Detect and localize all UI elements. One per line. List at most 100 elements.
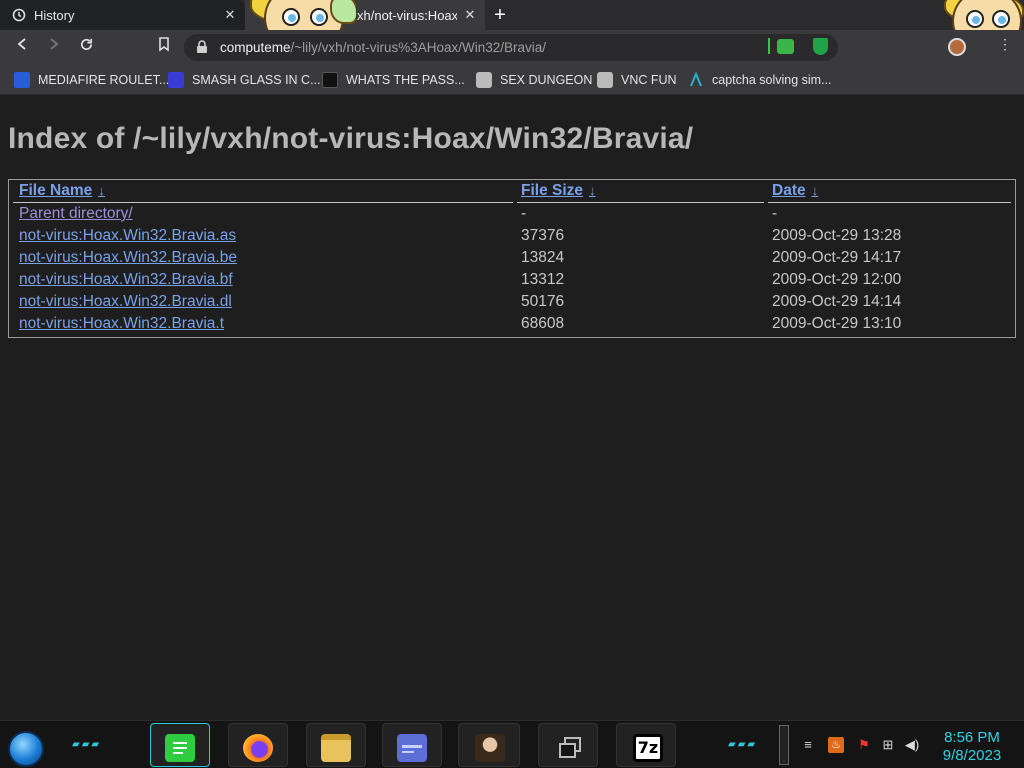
sort-arrow-icon: ↓ bbox=[98, 183, 105, 198]
table-row: not-virus:Hoax.Win32.Bravia.as 37376 200… bbox=[9, 225, 1015, 247]
file-date: 2009-Oct-29 13:28 bbox=[772, 227, 902, 244]
table-row: not-virus:Hoax.Win32.Bravia.be 13824 200… bbox=[9, 247, 1015, 269]
file-link[interactable]: not-virus:Hoax.Win32.Bravia.be bbox=[19, 249, 237, 267]
sort-arrow-icon: ↓ bbox=[811, 183, 819, 198]
taskbar-decoration: ▰▰▰ bbox=[72, 739, 102, 750]
smash-glass-icon bbox=[168, 72, 184, 88]
profile-avatar[interactable] bbox=[948, 38, 966, 56]
arrow-up-icon bbox=[690, 72, 702, 87]
portrait-app-icon bbox=[475, 734, 505, 762]
browser-toolbar: computeme/~lily/vxh/not-virus%3AHoax/Win… bbox=[0, 30, 1024, 64]
page-title: Index of /~lily/vxh/not-virus:Hoax/Win32… bbox=[8, 122, 694, 155]
file-size: 37376 bbox=[521, 227, 565, 244]
firefox-icon bbox=[243, 734, 273, 762]
bookmark-label: SEX DUNGEON bbox=[500, 73, 593, 87]
start-button[interactable] bbox=[8, 731, 44, 767]
column-header-file-size[interactable]: File Size ↓ bbox=[521, 182, 596, 200]
file-link[interactable]: Parent directory/ bbox=[19, 205, 133, 223]
file-link[interactable]: not-virus:Hoax.Win32.Bravia.dl bbox=[19, 293, 232, 311]
bookmark-vnc-fun[interactable]: VNC FUN bbox=[597, 71, 677, 89]
file-date: 2009-Oct-29 14:17 bbox=[772, 249, 902, 266]
taskbar-app-switcher[interactable] bbox=[538, 723, 598, 767]
clock-time: 8:56 PM bbox=[944, 729, 1000, 746]
taskbar-app-7zip[interactable]: 7z bbox=[616, 723, 676, 767]
java-tray-icon[interactable]: ♨ bbox=[828, 737, 844, 753]
back-button[interactable] bbox=[12, 37, 32, 57]
bookmark-label: MEDIAFIRE ROULET... bbox=[38, 73, 170, 87]
forward-arrow-icon bbox=[50, 38, 59, 50]
back-arrow-icon bbox=[17, 38, 26, 50]
file-link[interactable]: not-virus:Hoax.Win32.Bravia.t bbox=[19, 315, 224, 333]
column-header-date[interactable]: Date ↓ bbox=[772, 182, 818, 200]
menu-icon[interactable]: ⋮ bbox=[998, 36, 1012, 53]
system-clock[interactable]: 8:56 PM 9/8/2023 bbox=[930, 729, 1014, 765]
volume-icon[interactable]: ◀) bbox=[904, 737, 920, 753]
tab-history[interactable]: History ✕ bbox=[0, 0, 245, 30]
forward-button[interactable] bbox=[44, 37, 64, 57]
shield-extension-icon[interactable] bbox=[813, 38, 828, 55]
file-size: - bbox=[521, 205, 527, 222]
taskbar-app-portrait[interactable] bbox=[458, 723, 520, 767]
table-header-row: File Name ↓ File Size ↓ Date ↓ bbox=[9, 180, 1015, 202]
file-explorer-icon bbox=[321, 734, 351, 762]
toolbar-separator bbox=[768, 38, 770, 54]
bookmark-label: VNC FUN bbox=[621, 73, 677, 87]
bookmark-label: captcha solving sim... bbox=[712, 73, 832, 87]
file-date: 2009-Oct-29 14:14 bbox=[772, 293, 902, 310]
network-tray-icon[interactable]: ⊞ bbox=[880, 737, 896, 753]
bookmark-captcha[interactable]: captcha solving sim... bbox=[688, 71, 832, 89]
new-tab-button[interactable]: + bbox=[488, 4, 512, 26]
flag-tray-icon[interactable]: ⚑ bbox=[856, 737, 872, 753]
reload-icon bbox=[80, 38, 92, 50]
history-icon bbox=[12, 8, 26, 22]
address-url: computeme/~lily/vxh/not-virus%3AHoax/Win… bbox=[220, 40, 547, 55]
file-size: 50176 bbox=[521, 293, 565, 310]
file-size: 13312 bbox=[521, 271, 565, 288]
bookmark-button[interactable] bbox=[154, 37, 174, 57]
file-size: 68608 bbox=[521, 315, 565, 332]
address-bar[interactable]: computeme/~lily/vxh/not-virus%3AHoax/Win… bbox=[184, 34, 838, 61]
tab-title: xh/not-virus:Hoax/ bbox=[357, 7, 457, 23]
table-row: Parent directory/ - - bbox=[9, 203, 1015, 225]
sort-arrow-icon: ↓ bbox=[589, 183, 596, 198]
reload-button[interactable] bbox=[76, 37, 96, 57]
taskbar-app-file-explorer[interactable] bbox=[306, 723, 366, 767]
close-icon[interactable]: ✕ bbox=[463, 7, 477, 23]
chat-app-icon bbox=[165, 734, 195, 762]
column-header-file-name[interactable]: File Name ↓ bbox=[19, 182, 105, 200]
file-size: 13824 bbox=[521, 249, 565, 266]
file-link[interactable]: not-virus:Hoax.Win32.Bravia.as bbox=[19, 227, 236, 245]
bookmark-icon bbox=[159, 37, 169, 52]
bookmark-smash-glass[interactable]: SMASH GLASS IN C... bbox=[168, 71, 321, 89]
file-date: 2009-Oct-29 13:10 bbox=[772, 315, 902, 332]
taskbar-app-chat[interactable] bbox=[150, 723, 210, 767]
bookmark-mediafire[interactable]: MEDIAFIRE ROULET... bbox=[14, 71, 169, 89]
tab-title: History bbox=[34, 7, 75, 23]
directory-listing-table: File Name ↓ File Size ↓ Date ↓ Parent direc… bbox=[8, 179, 1016, 338]
taskbar-app-firefox[interactable] bbox=[228, 723, 288, 767]
bookmark-label: SMASH GLASS IN C... bbox=[192, 73, 321, 87]
7zip-icon: 7z bbox=[633, 734, 663, 762]
card-app-icon bbox=[397, 734, 427, 762]
clock-date: 9/8/2023 bbox=[942, 747, 1002, 764]
mediafire-icon bbox=[14, 72, 30, 88]
bookmark-whats-the-pass[interactable]: WHATS THE PASS... bbox=[322, 71, 465, 89]
page-content: Index of /~lily/vxh/not-virus:Hoax/Win32… bbox=[0, 96, 1024, 720]
bookmarks-bar: MEDIAFIRE ROULET... SMASH GLASS IN C... … bbox=[0, 64, 1024, 95]
cube-icon bbox=[597, 72, 613, 88]
chat-extension-icon[interactable] bbox=[777, 39, 794, 54]
taskbar-app-card[interactable] bbox=[382, 723, 442, 767]
bookmark-label: WHATS THE PASS... bbox=[346, 73, 465, 87]
file-link[interactable]: not-virus:Hoax.Win32.Bravia.bf bbox=[19, 271, 233, 289]
terminal-icon bbox=[322, 72, 338, 88]
tab-strip: History ✕ xh/not-virus:Hoax/ ✕ + bbox=[0, 0, 1024, 54]
show-desktop-button[interactable] bbox=[779, 725, 789, 765]
bookmark-sex-dungeon[interactable]: SEX DUNGEON bbox=[476, 71, 592, 89]
taskbar-decoration: ▰▰▰ bbox=[728, 739, 758, 750]
windows-switcher-icon bbox=[559, 737, 581, 758]
lock-icon bbox=[197, 40, 207, 53]
table-row: not-virus:Hoax.Win32.Bravia.bf 13312 200… bbox=[9, 269, 1015, 291]
tray-expand-icon[interactable]: ≡ bbox=[800, 737, 816, 753]
close-icon[interactable]: ✕ bbox=[223, 7, 237, 23]
table-row: not-virus:Hoax.Win32.Bravia.t 68608 2009… bbox=[9, 313, 1015, 335]
